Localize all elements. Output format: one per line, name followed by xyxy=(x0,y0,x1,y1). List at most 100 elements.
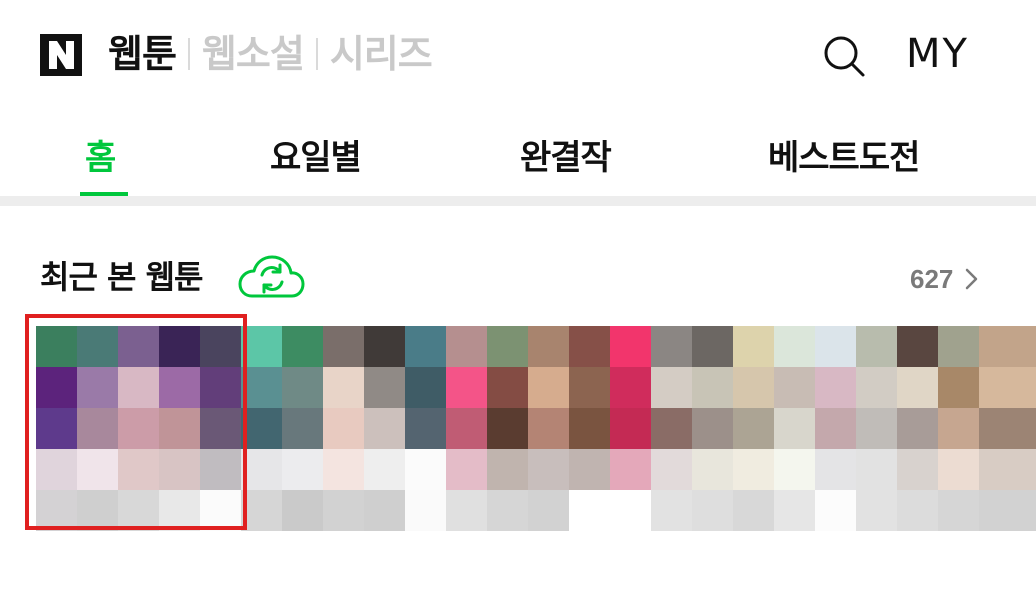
section-divider xyxy=(0,196,1036,206)
naver-logo[interactable] xyxy=(40,34,82,76)
thumbnail-pixel xyxy=(651,408,692,449)
thumbnail-pixel xyxy=(364,490,405,531)
tab-home[interactable]: 홈 xyxy=(85,130,116,179)
app-header: 웹툰 웹소설 시리즈 MY xyxy=(0,0,1036,108)
thumbnail-pixel xyxy=(733,367,774,408)
thumbnail-pixel xyxy=(979,326,1020,367)
thumbnail-pixel xyxy=(979,490,1020,531)
refresh-cloud-button[interactable] xyxy=(236,252,306,302)
thumbnail-pixel xyxy=(692,367,733,408)
thumbnail-pixel xyxy=(569,326,610,367)
thumbnail-pixel xyxy=(856,326,897,367)
thumbnail-pixel xyxy=(364,408,405,449)
thumbnail-pixel xyxy=(528,408,569,449)
thumbnail-pixel xyxy=(323,326,364,367)
thumbnail-pixel xyxy=(569,367,610,408)
thumbnail-pixel xyxy=(446,449,487,490)
service-divider xyxy=(187,38,190,70)
thumbnail-pixel xyxy=(979,449,1020,490)
thumbnail-pixel xyxy=(774,449,815,490)
thumbnail-pixel xyxy=(405,326,446,367)
thumbnail-pixel xyxy=(610,367,651,408)
thumbnail-pixel xyxy=(610,408,651,449)
first-webtoon-thumbnail[interactable] xyxy=(36,326,241,526)
thumbnail-pixel xyxy=(856,367,897,408)
thumbnail-pixel xyxy=(487,449,528,490)
tab-weekday[interactable]: 요일별 xyxy=(270,130,362,179)
thumbnail-pixel xyxy=(323,449,364,490)
thumbnail-pixel xyxy=(1020,367,1036,408)
thumbnail-pixel xyxy=(692,490,733,531)
thumbnail-pixel xyxy=(446,367,487,408)
thumbnail-pixel xyxy=(1020,449,1036,490)
thumbnail-pixel xyxy=(487,490,528,531)
thumbnail-pixel xyxy=(487,326,528,367)
thumbnail-pixel xyxy=(610,326,651,367)
recent-count[interactable]: 627 xyxy=(910,264,953,295)
thumbnail-pixel xyxy=(405,408,446,449)
thumbnail-pixel xyxy=(364,367,405,408)
thumbnail-pixel xyxy=(897,408,938,449)
thumbnail-pixel xyxy=(241,490,282,531)
my-button[interactable]: MY xyxy=(906,28,969,80)
thumbnail-pixel xyxy=(856,490,897,531)
thumbnail-pixel xyxy=(733,326,774,367)
thumbnail-pixel xyxy=(651,449,692,490)
thumbnail-pixel xyxy=(364,326,405,367)
thumbnail-pixel xyxy=(938,449,979,490)
chevron-right-icon xyxy=(965,268,978,290)
service-tab-series[interactable]: 시리즈 xyxy=(330,28,433,80)
thumbnail-pixel xyxy=(938,408,979,449)
service-tab-webnovel[interactable]: 웹소설 xyxy=(202,28,305,80)
thumbnail-pixel xyxy=(897,490,938,531)
thumbnail-pixel xyxy=(405,449,446,490)
thumbnail-pixel xyxy=(733,449,774,490)
thumbnail-pixel xyxy=(651,367,692,408)
thumbnail-pixel xyxy=(1020,490,1036,531)
thumbnail-pixel xyxy=(528,367,569,408)
see-all-button[interactable] xyxy=(962,266,982,292)
service-divider xyxy=(315,38,318,70)
thumbnail-pixel xyxy=(282,367,323,408)
thumbnail-pixel xyxy=(733,408,774,449)
thumbnail-pixel xyxy=(815,326,856,367)
thumbnail-pixel xyxy=(282,490,323,531)
thumbnail-pixel xyxy=(651,326,692,367)
main-nav: 홈 요일별 완결작 베스트도전 xyxy=(0,116,1036,197)
tab-best-challenge[interactable]: 베스트도전 xyxy=(768,130,920,179)
thumbnail-pixel xyxy=(569,490,610,531)
thumbnail-pixel xyxy=(282,408,323,449)
thumbnail-pixel xyxy=(528,326,569,367)
thumbnail-pixel xyxy=(979,367,1020,408)
thumbnail-pixel xyxy=(774,408,815,449)
thumbnail-pixel xyxy=(897,326,938,367)
thumbnail-pixel xyxy=(569,449,610,490)
thumbnail-pixel xyxy=(528,449,569,490)
recent-section-title: 최근 본 웹툰 xyxy=(40,258,203,296)
thumbnail-pixel xyxy=(815,367,856,408)
thumbnail-pixel xyxy=(569,408,610,449)
thumbnail-pixel xyxy=(610,490,651,531)
service-tab-webtoon[interactable]: 웹툰 xyxy=(108,28,177,80)
thumbnail-pixel xyxy=(405,367,446,408)
thumbnail-pixel xyxy=(815,408,856,449)
tab-completed[interactable]: 완결작 xyxy=(520,130,612,179)
thumbnail-pixel xyxy=(897,367,938,408)
thumbnail-pixel xyxy=(938,326,979,367)
thumbnail-pixel xyxy=(487,408,528,449)
thumbnail-pixel xyxy=(241,326,282,367)
thumbnail-pixel xyxy=(815,449,856,490)
thumbnail-pixel xyxy=(323,490,364,531)
thumbnail-pixel xyxy=(282,326,323,367)
thumbnail-pixel xyxy=(774,367,815,408)
thumbnail-pixel xyxy=(241,408,282,449)
thumbnail-pixel xyxy=(651,490,692,531)
thumbnail-pixel xyxy=(938,367,979,408)
thumbnail-pixel xyxy=(1020,326,1036,367)
search-button[interactable] xyxy=(822,34,866,78)
thumbnail-pixel xyxy=(610,449,651,490)
naver-n-icon xyxy=(40,34,82,76)
thumbnail-pixel xyxy=(487,367,528,408)
thumbnail-pixel xyxy=(241,367,282,408)
thumbnail-pixel xyxy=(897,449,938,490)
